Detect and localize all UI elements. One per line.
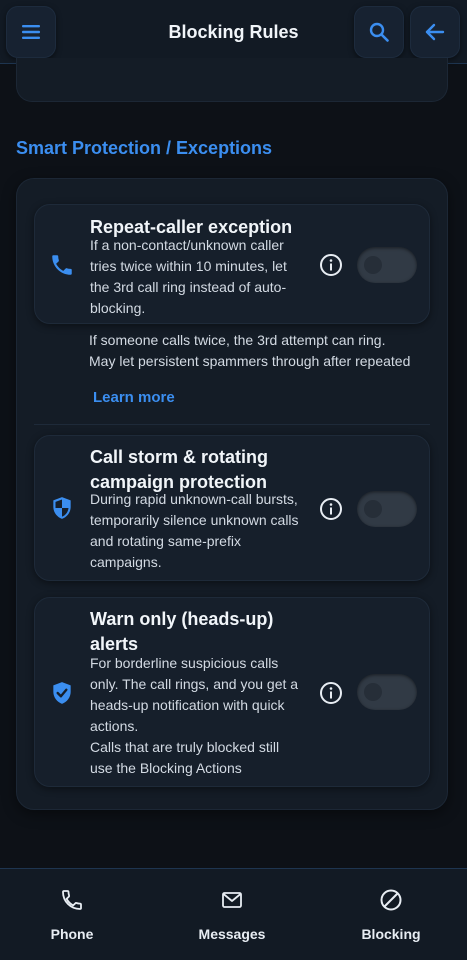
nav-label: Messages [198, 926, 266, 942]
info-icon [320, 682, 342, 704]
call-storm-toggle[interactable] [357, 491, 417, 527]
menu-button[interactable] [6, 6, 56, 58]
info-icon [320, 254, 342, 276]
previous-card [16, 58, 448, 102]
learn-more-link[interactable]: Learn more [93, 389, 175, 406]
rule-title: Call storm & rotating campaign protectio… [90, 447, 269, 492]
toggle-knob [364, 500, 382, 518]
hamburger-menu-icon [22, 25, 40, 39]
info-button[interactable] [319, 681, 343, 705]
nav-item-messages[interactable]: Messages [172, 869, 292, 960]
toggle-knob [364, 683, 382, 701]
search-icon [369, 22, 389, 42]
info-button[interactable] [319, 497, 343, 521]
rule-card-repeat-caller: Repeat-caller exception If a non-contact… [34, 204, 430, 324]
back-button[interactable] [410, 6, 460, 58]
nav-label: Phone [50, 926, 94, 942]
shield-icon [49, 495, 75, 521]
toggle-knob [364, 256, 382, 274]
info-button[interactable] [319, 253, 343, 277]
rule-title: Warn only (heads-up) alerts [90, 609, 274, 654]
rule-card-warn-only: Warn only (heads-up) alerts For borderli… [34, 597, 430, 787]
repeat-caller-toggle[interactable] [357, 247, 417, 283]
nav-label: Blocking [361, 926, 421, 942]
search-button[interactable] [354, 6, 404, 58]
bottom-navigation: Phone Messages Blocking [0, 868, 467, 960]
phone-icon [60, 888, 84, 912]
nav-item-phone[interactable]: Phone [12, 869, 132, 960]
mail-icon [220, 888, 244, 912]
arrow-left-icon [425, 23, 445, 41]
rule-card-call-storm: Call storm & rotating campaign protectio… [34, 435, 430, 581]
info-icon [320, 498, 342, 520]
rule-description: During rapid unknown-call bursts, tempor… [90, 491, 299, 570]
top-app-bar: Blocking Rules [0, 0, 467, 64]
section-title: Smart Protection / Exceptions [16, 138, 273, 158]
verified-shield-icon [49, 680, 75, 706]
divider [34, 424, 430, 425]
rule-description: For borderline suspicious calls only. Th… [90, 655, 299, 734]
block-icon [379, 888, 403, 912]
rule-description-secondary: Calls that are truly blocked still use t… [90, 739, 280, 776]
extra-info-line: If someone calls twice, the 3rd attempt … [89, 332, 386, 348]
warn-only-toggle[interactable] [357, 674, 417, 710]
phone-icon [49, 252, 75, 278]
rule-description: If a non-contact/unknown caller tries tw… [90, 237, 287, 316]
nav-item-blocking[interactable]: Blocking [331, 869, 451, 960]
extra-info-line: May let persistent spammers through afte… [89, 353, 411, 369]
